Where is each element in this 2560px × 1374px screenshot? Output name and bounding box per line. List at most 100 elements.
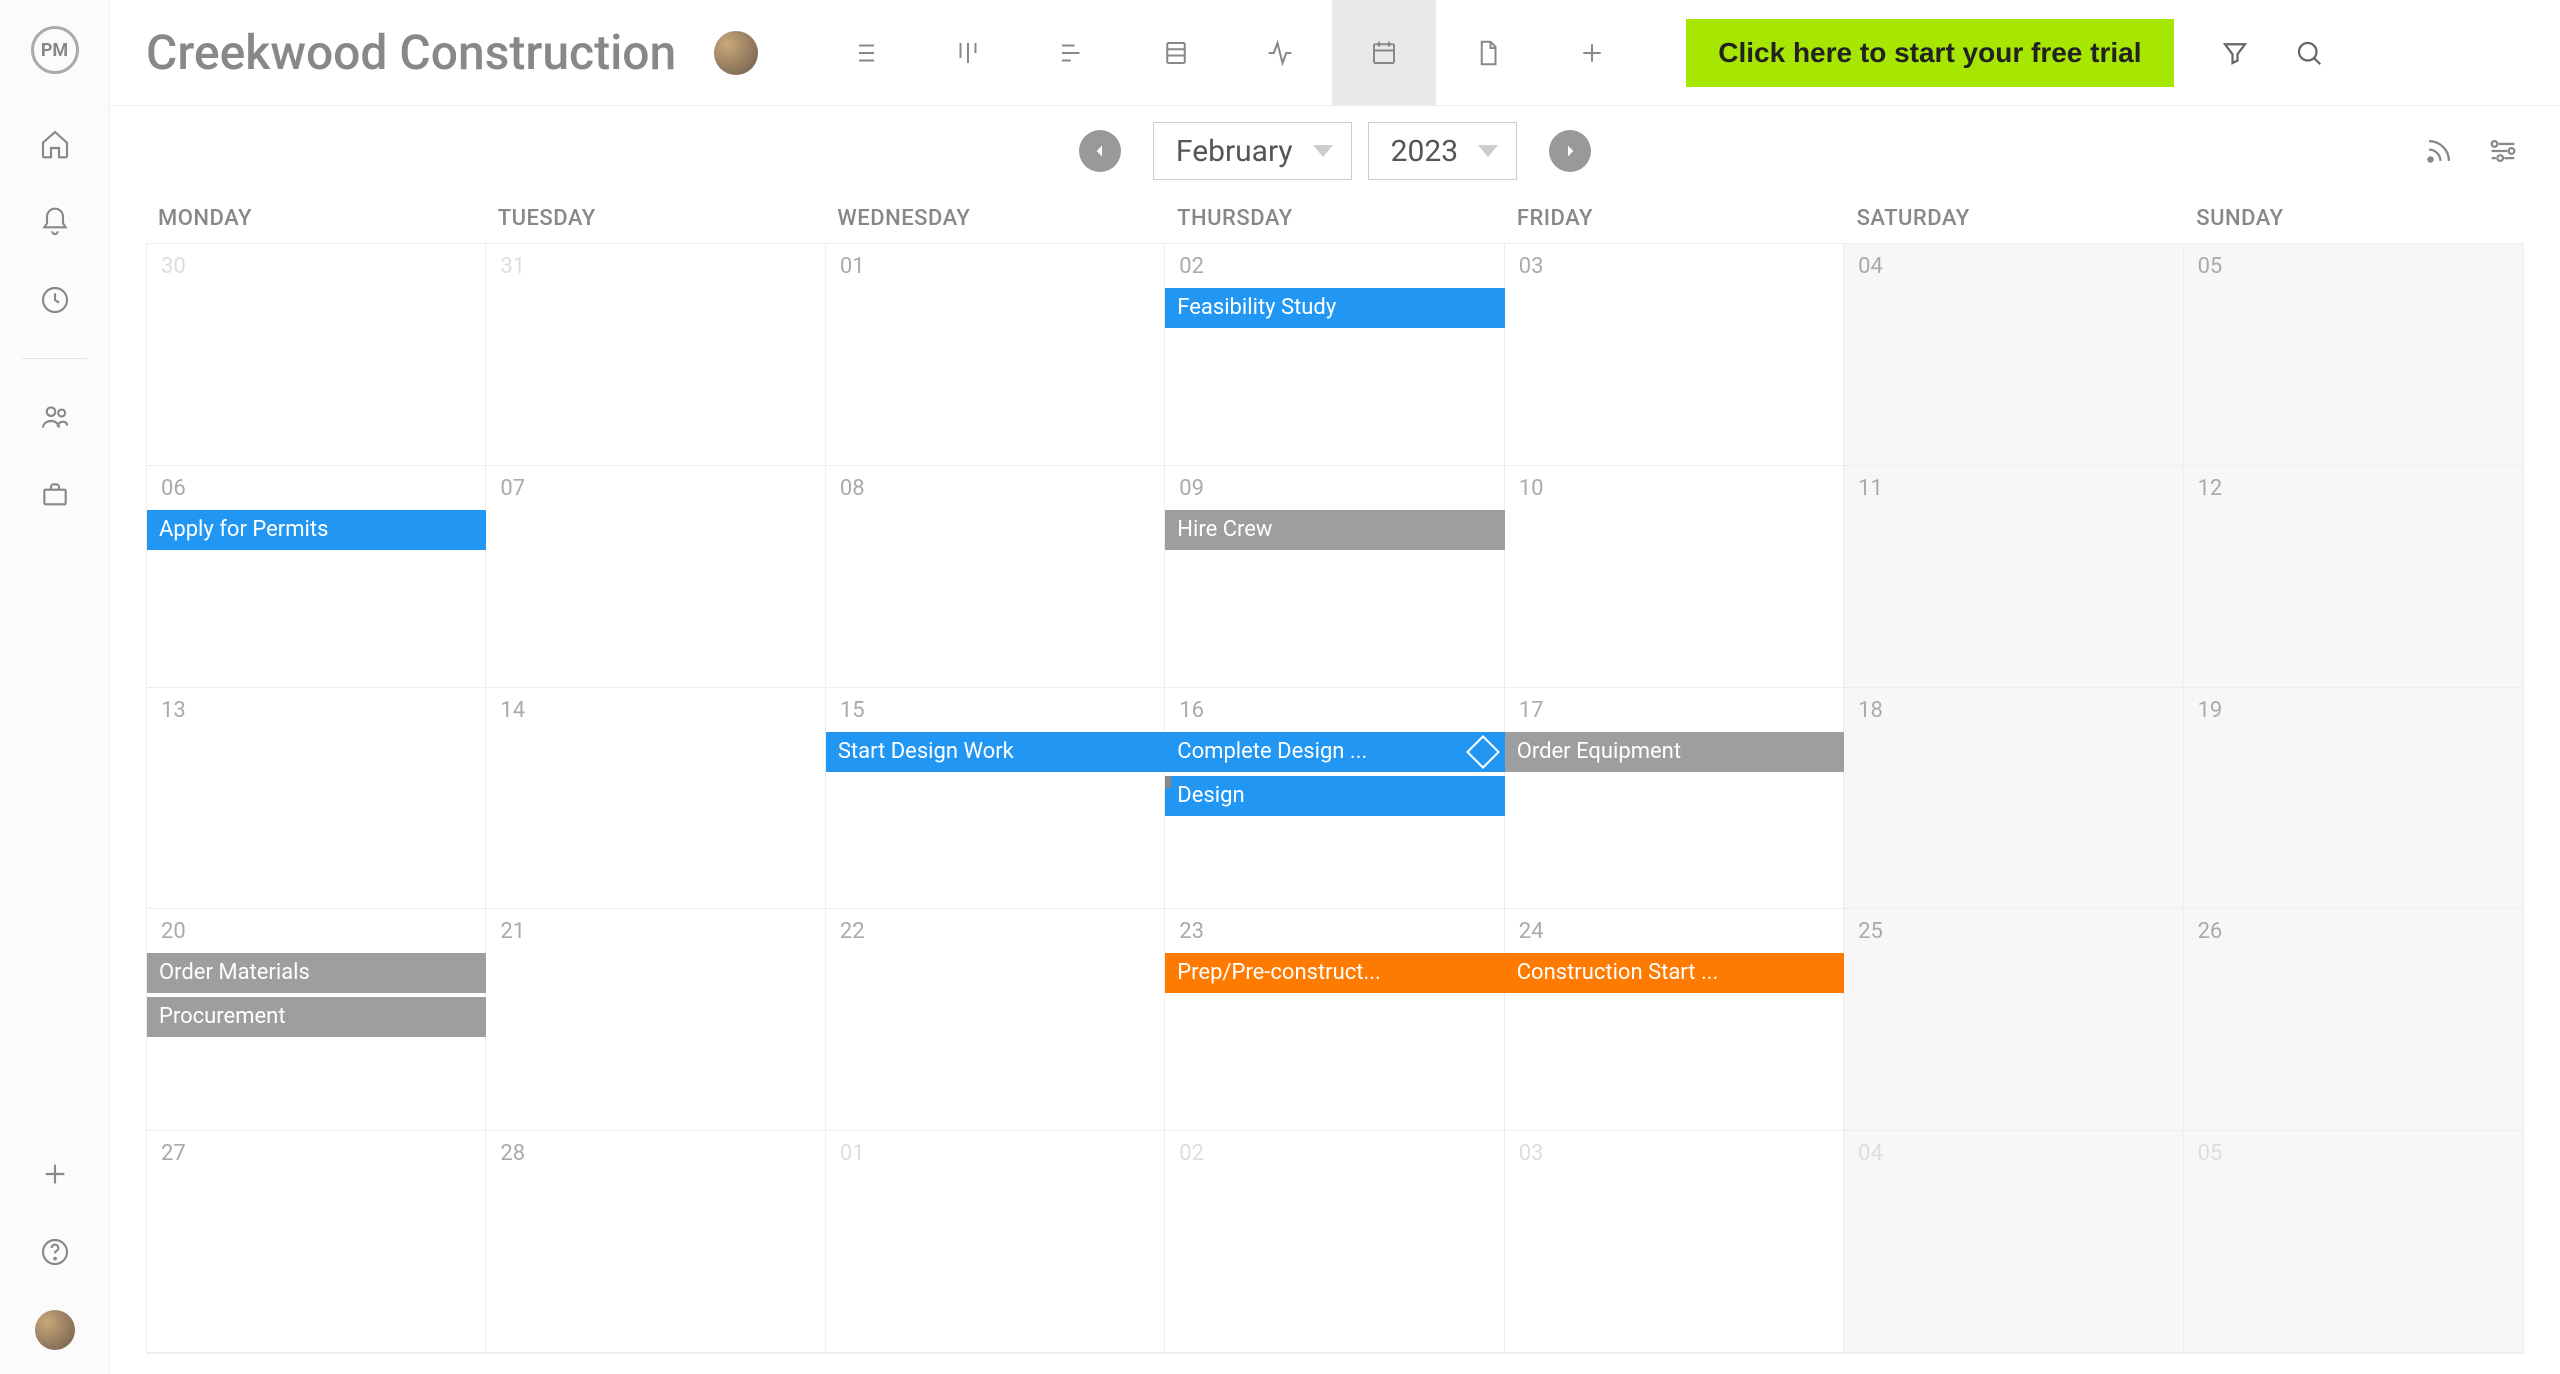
clock-icon[interactable] xyxy=(35,280,75,320)
tab-calendar-view[interactable] xyxy=(1332,0,1436,105)
day-number: 24 xyxy=(1519,919,1829,944)
calendar-cell[interactable]: 26 xyxy=(2184,909,2523,1131)
day-header: MONDAY xyxy=(146,196,486,243)
feed-icon[interactable] xyxy=(2422,134,2456,168)
calendar-cell[interactable]: 03 xyxy=(1505,1131,1844,1353)
calendar-cell[interactable]: 25 xyxy=(1844,909,2183,1131)
sidebar-divider xyxy=(22,358,87,359)
filter-icon[interactable] xyxy=(2220,38,2250,68)
people-icon[interactable] xyxy=(35,397,75,437)
prev-month-button[interactable] xyxy=(1079,130,1121,172)
day-number: 21 xyxy=(500,919,810,944)
day-number: 30 xyxy=(161,254,471,279)
calendar-event[interactable]: Order Materials xyxy=(147,953,486,993)
calendar-event[interactable]: Construction Start ... xyxy=(1505,953,1844,993)
user-avatar[interactable] xyxy=(35,1310,75,1350)
day-number: 01 xyxy=(840,254,1150,279)
calendar-cell[interactable]: 04 xyxy=(1844,1131,2183,1353)
search-icon[interactable] xyxy=(2294,38,2324,68)
tab-activity-view[interactable] xyxy=(1228,0,1332,105)
calendar-cell[interactable]: 27 xyxy=(147,1131,486,1353)
calendar-cell[interactable]: 06 xyxy=(147,466,486,688)
calendar-cell[interactable]: 09 xyxy=(1165,466,1504,688)
tab-add-view[interactable] xyxy=(1540,0,1644,105)
tab-file-view[interactable] xyxy=(1436,0,1540,105)
tab-gantt-view[interactable] xyxy=(1020,0,1124,105)
calendar-event[interactable]: Hire Crew xyxy=(1165,510,1504,550)
calendar-cell[interactable]: 01 xyxy=(826,1131,1165,1353)
calendar-event[interactable]: Design xyxy=(1165,776,1504,816)
day-number: 17 xyxy=(1519,698,1829,723)
project-owner-avatar[interactable] xyxy=(714,31,758,75)
calendar-cell[interactable]: 11 xyxy=(1844,466,2183,688)
calendar-cell[interactable]: 31 xyxy=(486,244,825,466)
calendar-cell[interactable]: 03 xyxy=(1505,244,1844,466)
tab-sheet-view[interactable] xyxy=(1124,0,1228,105)
day-number: 10 xyxy=(1519,476,1829,501)
calendar-cell[interactable]: 04 xyxy=(1844,244,2183,466)
next-month-button[interactable] xyxy=(1549,130,1591,172)
day-number: 15 xyxy=(840,698,1150,723)
calendar-cell[interactable]: 10 xyxy=(1505,466,1844,688)
day-number: 05 xyxy=(2198,1141,2509,1166)
help-icon[interactable] xyxy=(35,1232,75,1272)
tab-list-view[interactable] xyxy=(812,0,916,105)
calendar-cell[interactable]: 08 xyxy=(826,466,1165,688)
calendar-cell[interactable]: 01 xyxy=(826,244,1165,466)
calendar-event[interactable]: Order Equipment xyxy=(1505,732,1844,772)
day-number: 12 xyxy=(2198,476,2509,501)
day-number: 13 xyxy=(161,698,471,723)
calendar-cell[interactable]: 23 xyxy=(1165,909,1504,1131)
tab-board-view[interactable] xyxy=(916,0,1020,105)
day-number: 19 xyxy=(2198,698,2509,723)
day-number: 28 xyxy=(500,1141,810,1166)
month-label: February xyxy=(1176,134,1293,169)
day-number: 07 xyxy=(500,476,810,501)
calendar-cell[interactable]: 05 xyxy=(2184,244,2523,466)
day-number: 04 xyxy=(1858,254,2168,279)
calendar-cell[interactable]: 15 xyxy=(826,688,1165,910)
calendar-cell[interactable]: 05 xyxy=(2184,1131,2523,1353)
calendar-cell[interactable]: 02 xyxy=(1165,244,1504,466)
day-number: 05 xyxy=(2198,254,2509,279)
day-number: 25 xyxy=(1858,919,2168,944)
year-select[interactable]: 2023 xyxy=(1368,122,1517,180)
settings-icon[interactable] xyxy=(2486,134,2520,168)
start-trial-button[interactable]: Click here to start your free trial xyxy=(1686,19,2173,87)
calendar-cell[interactable]: 13 xyxy=(147,688,486,910)
calendar-event[interactable]: Procurement xyxy=(147,997,486,1037)
calendar-cell[interactable]: 12 xyxy=(2184,466,2523,688)
calendar-cell[interactable]: 19 xyxy=(2184,688,2523,910)
calendar-cell[interactable]: 17 xyxy=(1505,688,1844,910)
plus-icon[interactable] xyxy=(35,1154,75,1194)
month-select[interactable]: February xyxy=(1153,122,1352,180)
calendar-cell[interactable]: 24 xyxy=(1505,909,1844,1131)
calendar-cell[interactable]: 21 xyxy=(486,909,825,1131)
app-logo[interactable]: PM xyxy=(31,26,79,74)
day-number: 18 xyxy=(1858,698,2168,723)
home-icon[interactable] xyxy=(35,124,75,164)
calendar-cell[interactable]: 07 xyxy=(486,466,825,688)
day-header: SATURDAY xyxy=(1845,196,2185,243)
day-number: 22 xyxy=(840,919,1150,944)
calendar-cell[interactable]: 28 xyxy=(486,1131,825,1353)
day-number: 02 xyxy=(1179,1141,1489,1166)
briefcase-icon[interactable] xyxy=(35,475,75,515)
bell-icon[interactable] xyxy=(35,202,75,242)
day-number: 23 xyxy=(1179,919,1489,944)
calendar-cell[interactable]: 30 xyxy=(147,244,486,466)
calendar-event[interactable]: Start Design Work xyxy=(826,732,1165,772)
day-header: WEDNESDAY xyxy=(825,196,1165,243)
calendar-event[interactable]: Prep/Pre-construct... xyxy=(1165,953,1504,993)
calendar-cell[interactable]: 14 xyxy=(486,688,825,910)
global-sidebar: PM xyxy=(0,0,110,1374)
day-number: 01 xyxy=(840,1141,1150,1166)
day-number: 03 xyxy=(1519,254,1829,279)
calendar-event[interactable]: Complete Design ... xyxy=(1165,732,1504,772)
calendar-cell[interactable]: 22 xyxy=(826,909,1165,1131)
calendar-cell[interactable]: 02 xyxy=(1165,1131,1504,1353)
calendar-cell[interactable]: 18 xyxy=(1844,688,2183,910)
day-number: 14 xyxy=(500,698,810,723)
calendar-event[interactable]: Apply for Permits xyxy=(147,510,486,550)
calendar-event[interactable]: Feasibility Study xyxy=(1165,288,1504,328)
